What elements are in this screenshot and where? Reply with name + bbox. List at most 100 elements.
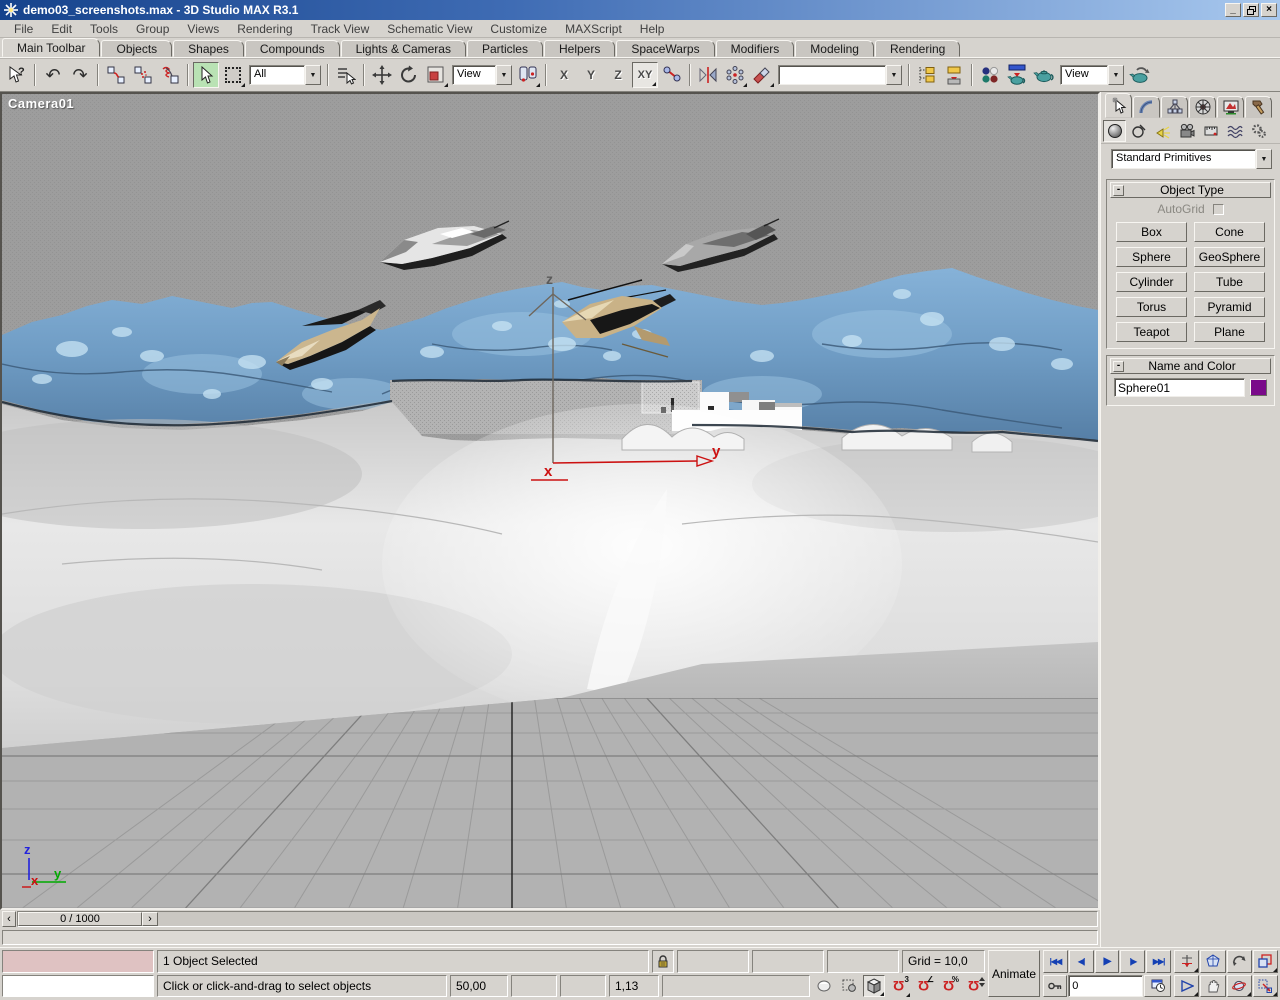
tube-button[interactable]: Tube	[1194, 272, 1265, 292]
menu-schematic-view[interactable]: Schematic View	[379, 21, 480, 37]
selection-filter-dropdown[interactable]: All ▼	[249, 65, 321, 85]
render-type-dropdown[interactable]: View ▼	[1060, 65, 1124, 85]
category-systems-button[interactable]	[1247, 120, 1270, 142]
min-max-toggle-button[interactable]	[1253, 950, 1278, 973]
menu-track-view[interactable]: Track View	[303, 21, 378, 37]
material-editor-button[interactable]	[977, 62, 1003, 88]
tab-objects[interactable]: Objects	[101, 40, 172, 57]
collapse-icon[interactable]: -	[1113, 361, 1124, 372]
snap-3d-toggle[interactable]: Ω 3	[888, 975, 910, 998]
menu-maxscript[interactable]: MAXScript	[557, 21, 630, 37]
bind-to-spacewarp-button[interactable]	[157, 62, 183, 88]
select-by-name-button[interactable]	[333, 62, 359, 88]
zoom-button[interactable]	[1174, 950, 1199, 973]
dropdown-arrow-icon[interactable]: ▼	[1108, 65, 1124, 85]
tab-helpers[interactable]: Helpers	[544, 40, 615, 57]
array-button[interactable]	[722, 62, 748, 88]
listener-macro-recorder[interactable]	[2, 950, 154, 973]
geosphere-button[interactable]: GeoSphere	[1194, 247, 1265, 267]
go-to-start-button[interactable]: |◀◀	[1043, 950, 1068, 973]
primitives-category-dropdown[interactable]: Standard Primitives ▼	[1111, 149, 1272, 169]
object-color-swatch[interactable]	[1250, 379, 1267, 396]
select-and-link-button[interactable]	[103, 62, 129, 88]
help-mode-button[interactable]: ?	[4, 62, 30, 88]
viewport-label[interactable]: Camera01	[8, 96, 74, 111]
teapot-button[interactable]: Teapot	[1116, 322, 1187, 342]
pan-button[interactable]	[1200, 975, 1225, 998]
menu-edit[interactable]: Edit	[43, 21, 80, 37]
tab-modifiers[interactable]: Modifiers	[716, 40, 795, 57]
sphere-button[interactable]: Sphere	[1116, 247, 1187, 267]
align-button[interactable]	[749, 62, 775, 88]
autogrid-checkbox[interactable]	[1213, 204, 1224, 215]
object-name-field[interactable]: Sphere01	[1114, 378, 1245, 397]
arc-rotate-selected-button[interactable]	[1227, 975, 1252, 998]
time-configuration-button[interactable]	[1144, 975, 1171, 998]
category-lights-button[interactable]	[1151, 120, 1174, 142]
open-schematic-view-button[interactable]	[941, 62, 967, 88]
timeline-prev-button[interactable]: ‹	[2, 911, 16, 927]
degradation-override-toggle[interactable]	[838, 975, 860, 998]
select-and-rotate-button[interactable]	[396, 62, 422, 88]
menu-group[interactable]: Group	[128, 21, 177, 37]
tab-compounds[interactable]: Compounds	[245, 40, 340, 57]
redo-button[interactable]: ↷	[67, 62, 93, 88]
play-button[interactable]: ▶	[1095, 950, 1120, 973]
inverse-kinematics-button[interactable]	[659, 62, 685, 88]
tab-hierarchy[interactable]	[1161, 96, 1188, 118]
restrict-y-button[interactable]: Y	[578, 62, 604, 88]
menu-help[interactable]: Help	[632, 21, 673, 37]
cone-button[interactable]: Cone	[1194, 222, 1265, 242]
category-spacewarps-button[interactable]	[1223, 120, 1246, 142]
use-center-button[interactable]	[515, 62, 541, 88]
name-color-rollout-header[interactable]: - Name and Color	[1110, 358, 1271, 374]
tab-utilities[interactable]	[1245, 96, 1272, 118]
restrict-z-button[interactable]: Z	[605, 62, 631, 88]
torus-button[interactable]: Torus	[1116, 297, 1187, 317]
unlink-selection-button[interactable]	[130, 62, 156, 88]
arc-rotate-button[interactable]	[1227, 950, 1252, 973]
tab-main-toolbar[interactable]: Main Toolbar	[2, 38, 100, 57]
dropdown-arrow-icon[interactable]: ▼	[305, 65, 321, 85]
angle-snap-toggle[interactable]: Ω ∠	[913, 975, 935, 998]
category-shapes-button[interactable]	[1127, 120, 1150, 142]
cylinder-button[interactable]: Cylinder	[1116, 272, 1187, 292]
category-cameras-button[interactable]	[1175, 120, 1198, 142]
named-selection-sets-dropdown[interactable]: ▼	[778, 65, 902, 85]
timeline-track[interactable]: 0 / 1000 ›	[17, 911, 1098, 927]
spinner-snap-toggle[interactable]: Ω	[963, 975, 985, 998]
quick-render-button[interactable]	[1031, 62, 1057, 88]
minimize-button[interactable]: _	[1225, 3, 1241, 17]
zoom-extents-button[interactable]	[1200, 950, 1225, 973]
tab-particles[interactable]: Particles	[467, 40, 543, 57]
tab-spacewarps[interactable]: SpaceWarps	[616, 40, 714, 57]
menu-rendering[interactable]: Rendering	[229, 21, 300, 37]
dropdown-arrow-icon[interactable]: ▼	[886, 65, 902, 85]
listener-script-line[interactable]	[2, 975, 154, 998]
rectangular-selection-region-button[interactable]	[220, 62, 246, 88]
reference-coordinate-system-dropdown[interactable]: View ▼	[452, 65, 512, 85]
percent-snap-toggle[interactable]: Ω %	[938, 975, 960, 998]
pyramid-button[interactable]: Pyramid	[1194, 297, 1265, 317]
collapse-icon[interactable]: -	[1113, 185, 1124, 196]
restore-button[interactable]	[1243, 3, 1259, 17]
tab-modify[interactable]	[1133, 96, 1160, 118]
current-frame-field[interactable]: 0	[1068, 975, 1143, 998]
field-of-view-button[interactable]	[1174, 975, 1199, 998]
snap-toggle[interactable]	[863, 975, 885, 998]
tab-rendering[interactable]: Rendering	[875, 40, 960, 57]
animate-button[interactable]: Animate	[988, 950, 1040, 997]
menu-file[interactable]: File	[6, 21, 41, 37]
dropdown-arrow-icon[interactable]: ▼	[496, 65, 512, 85]
go-to-end-button[interactable]: ▶▶|	[1146, 950, 1171, 973]
menu-tools[interactable]: Tools	[82, 21, 126, 37]
select-and-move-button[interactable]	[369, 62, 395, 88]
category-geometry-button[interactable]	[1103, 120, 1126, 142]
tab-lights-cameras[interactable]: Lights & Cameras	[341, 40, 466, 57]
open-track-view-button[interactable]	[914, 62, 940, 88]
mirror-button[interactable]	[695, 62, 721, 88]
select-object-button[interactable]	[193, 62, 219, 88]
menu-views[interactable]: Views	[179, 21, 227, 37]
plane-button[interactable]: Plane	[1194, 322, 1265, 342]
camera-viewport[interactable]: z y x z y x	[0, 92, 1100, 910]
